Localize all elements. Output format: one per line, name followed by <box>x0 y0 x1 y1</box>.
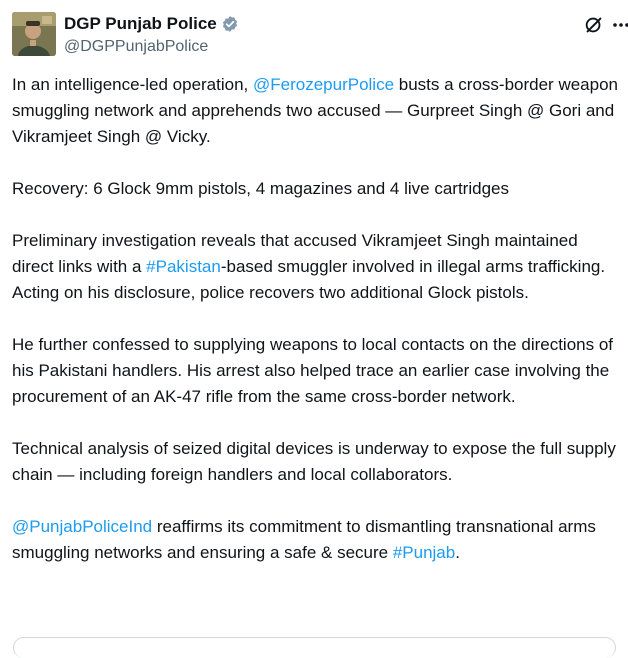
more-options-icon[interactable] <box>612 14 628 36</box>
mention-link[interactable]: @PunjabPoliceInd <box>12 517 152 536</box>
profile-photo <box>12 12 56 56</box>
verified-badge-icon <box>221 15 239 33</box>
tweet-text: In an intelligence-led operation, @Feroz… <box>12 72 618 592</box>
hashtag-link[interactable]: #Punjab <box>393 543 455 562</box>
tweet-paragraph: Preliminary investigation reveals that a… <box>12 228 618 306</box>
tweet-paragraph: In an intelligence-led operation, @Feroz… <box>12 72 618 150</box>
tweet-paragraph: @PunjabPoliceInd reaffirms its commitmen… <box>12 514 618 566</box>
avatar[interactable] <box>12 12 56 56</box>
text-span: . <box>455 543 460 562</box>
author-name-row: DGP Punjab Police <box>64 14 239 34</box>
author-handle[interactable]: @DGPPunjabPolice <box>64 38 208 56</box>
tweet-paragraph: He further confessed to supplying weapon… <box>12 335 614 406</box>
tweet-paragraph: Technical analysis of seized digital dev… <box>12 439 616 484</box>
embedded-media-card[interactable] <box>13 637 616 658</box>
hashtag-link[interactable]: #Pakistan <box>146 257 221 276</box>
tweet-paragraph: Recovery: 6 Glock 9mm pistols, 4 magazin… <box>12 179 509 198</box>
text-span: In an intelligence-led operation, <box>12 75 253 94</box>
grok-icon[interactable] <box>583 14 605 36</box>
author-display-name[interactable]: DGP Punjab Police <box>64 14 217 34</box>
mention-link[interactable]: @FerozepurPolice <box>253 75 394 94</box>
